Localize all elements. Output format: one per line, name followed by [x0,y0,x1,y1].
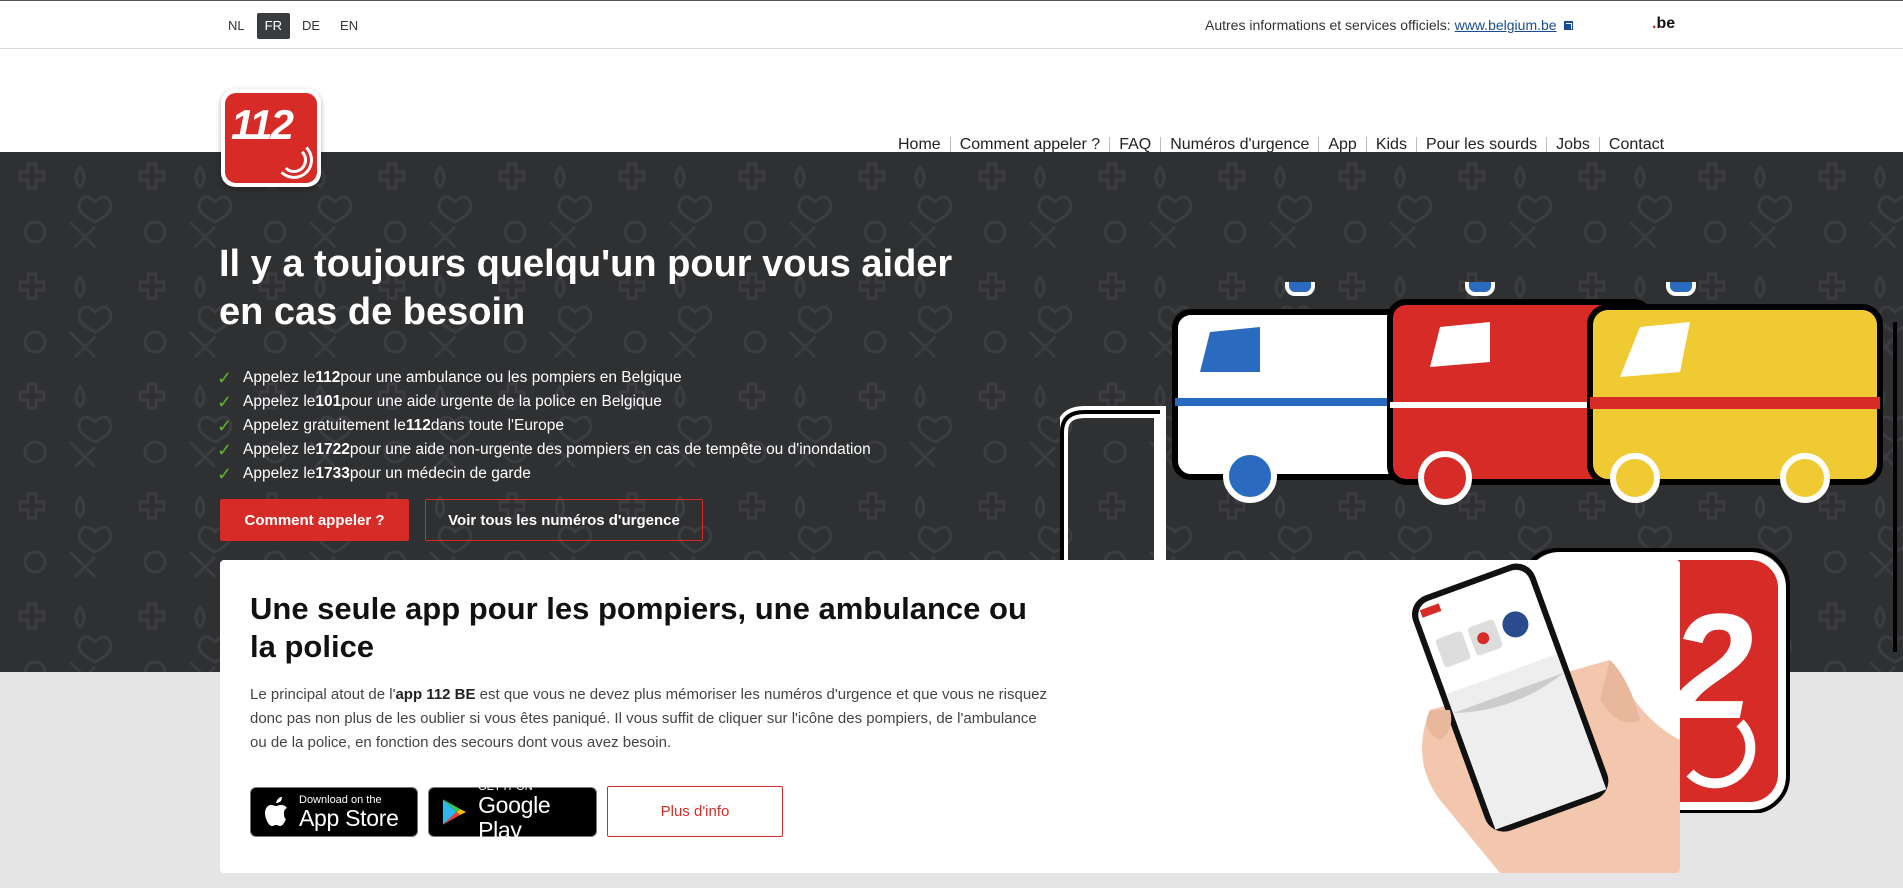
list-item: ✓ Appelez gratuitement le 112 dans toute … [217,416,564,436]
site-logo[interactable]: 112 [221,89,321,187]
check-icon: ✓ [217,464,233,484]
check-icon: ✓ [217,416,233,436]
external-link-icon [1563,20,1573,30]
how-to-call-button[interactable]: Comment appeler ? [220,499,409,541]
apple-icon [265,797,287,826]
logo-112-icon: 112 [225,93,317,183]
lang-fr[interactable]: FR [256,13,290,39]
check-icon: ✓ [217,440,233,460]
app-card-description: Le principal atout de l'app 112 BE est q… [250,686,1048,751]
lang-nl[interactable]: NL [220,13,253,39]
google-play-button[interactable]: GET IT ON Google Play [428,781,597,843]
lang-en[interactable]: EN [332,13,366,39]
more-info-button[interactable]: Plus d'info [607,786,783,837]
list-item: ✓ Appelez le 112 pour une ambulance ou le… [217,368,682,388]
list-item: ✓ Appelez le 1722 pour une aide non-urgen… [217,440,871,460]
list-item: ✓ Appelez le 1733 pour un médecin de gard… [217,464,531,484]
google-play-icon [442,799,467,825]
check-icon: ✓ [217,368,233,388]
top-bar: NL FR DE EN Autres informations et servi… [0,0,1903,49]
belgium-link[interactable]: www.belgium.be [1455,17,1557,33]
be-logo[interactable]: .be [1652,15,1675,33]
list-item: ✓ Appelez le 101 pour une aide urgente de… [217,392,662,412]
official-info: Autres informations et services officiel… [1205,17,1573,33]
check-icon: ✓ [217,392,233,412]
official-text: Autres informations et services officiel… [1205,17,1451,33]
all-numbers-button[interactable]: Voir tous les numéros d'urgence [425,499,703,541]
emergency-list: ✓ Appelez le 112 pour une ambulance ou le… [217,366,871,486]
phone-in-hand-illustration [1411,563,1680,873]
lang-de[interactable]: DE [294,13,328,39]
app-store-button[interactable]: Download on the App Store [250,787,418,837]
hero-title: Il y a toujours quelqu'un pour vous aide… [219,243,953,333]
app-card: Une seule app pour les pompiers, une amb… [220,560,1680,873]
app-card-title: Une seule app pour les pompiers, une amb… [250,591,1027,664]
language-switcher: NL FR DE EN [220,13,366,39]
